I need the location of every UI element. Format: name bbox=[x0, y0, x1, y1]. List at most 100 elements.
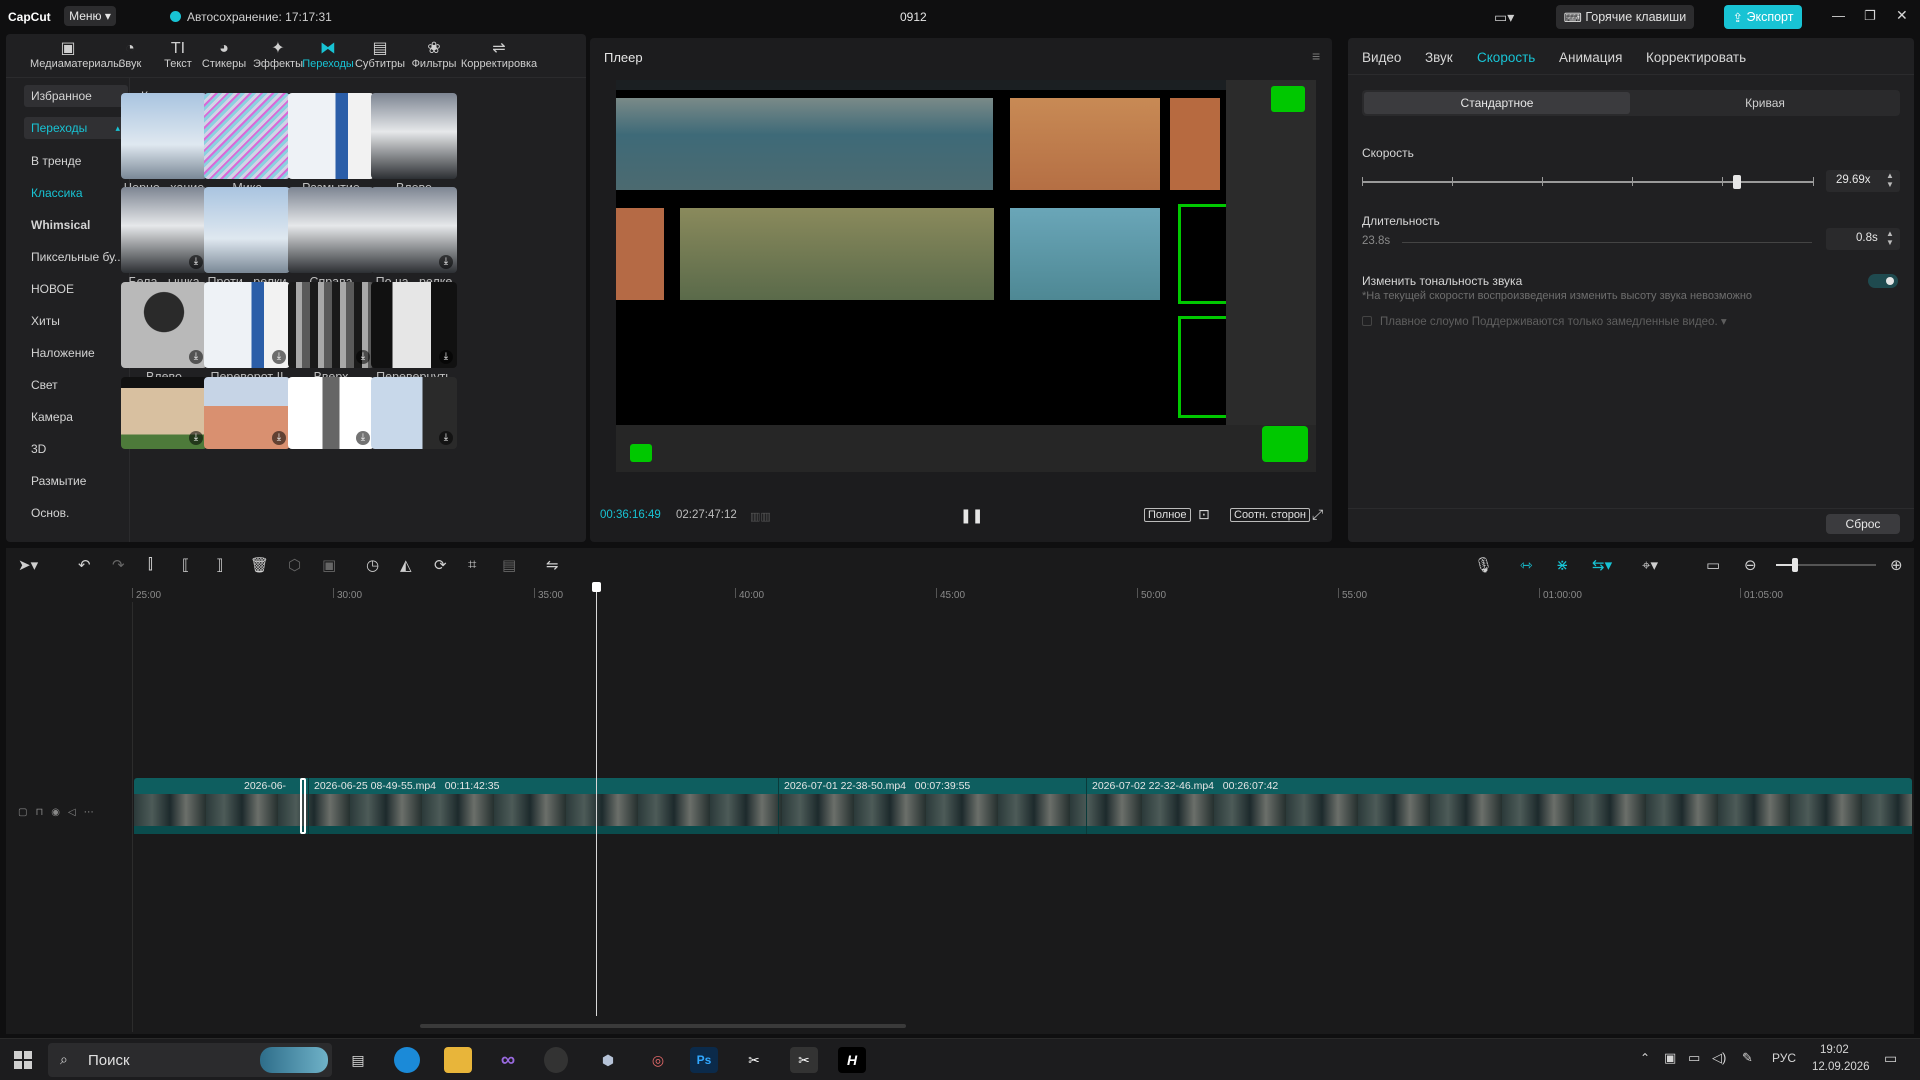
microphone-icon[interactable]: 🎙 bbox=[1474, 556, 1493, 574]
timeline-fit-icon[interactable]: ▭ bbox=[1706, 556, 1720, 574]
speed-slider-knob[interactable] bbox=[1733, 175, 1742, 189]
export-button[interactable]: ⇪ Экспорт bbox=[1724, 5, 1802, 29]
download-icon[interactable]: ⤓ bbox=[272, 350, 286, 364]
split-icon[interactable]: ⫿ bbox=[148, 556, 153, 573]
transition-thumb[interactable]: ⤓ bbox=[204, 377, 290, 449]
waveform-icon[interactable]: ▥▥ bbox=[750, 510, 771, 523]
split-right-icon[interactable]: ⟧ bbox=[216, 556, 223, 574]
taskbar-search[interactable]: ⌕ Поиск bbox=[48, 1043, 332, 1077]
capcut-task-icon[interactable]: ✂ bbox=[740, 1047, 768, 1073]
download-icon[interactable]: ⤓ bbox=[356, 350, 370, 364]
fullscreen-icon[interactable]: ⤢ bbox=[1312, 506, 1323, 523]
main-track-magnet-icon[interactable]: ⇿ bbox=[1520, 556, 1533, 574]
link-icon[interactable]: ⇆▾ bbox=[1592, 556, 1612, 574]
more-icon[interactable]: ⋯ bbox=[84, 807, 102, 818]
speed-input[interactable]: 29.69x ▲ ▼ bbox=[1826, 170, 1900, 192]
full-quality-button[interactable]: Полное bbox=[1144, 508, 1191, 522]
windows-start-icon[interactable] bbox=[14, 1051, 32, 1069]
obs-icon[interactable] bbox=[544, 1047, 568, 1073]
tray-chevron-icon[interactable]: ⌃ bbox=[1640, 1051, 1650, 1065]
transition-thumb[interactable] bbox=[288, 187, 374, 273]
aspect-ratio-button[interactable]: Соотн. сторон bbox=[1230, 508, 1311, 522]
prop-tab[interactable]: Анимация bbox=[1559, 50, 1622, 65]
split-left-icon[interactable]: ⟦ bbox=[182, 556, 189, 574]
tab-subtitles[interactable]: ▤ Субтитры bbox=[352, 40, 408, 70]
speed-slider[interactable] bbox=[1362, 175, 1814, 189]
transition-thumb[interactable]: ⤓ bbox=[288, 377, 374, 449]
prop-tab[interactable]: Видео bbox=[1362, 50, 1401, 65]
notification-icon[interactable]: ▭ bbox=[1884, 1050, 1897, 1067]
transition-thumb[interactable]: ⤓ bbox=[121, 377, 207, 449]
photoshop-icon[interactable]: Ps bbox=[690, 1047, 718, 1073]
category-item[interactable]: Переходы ▴ bbox=[24, 117, 128, 139]
clock-date[interactable]: 12.09.2026 bbox=[1812, 1061, 1870, 1073]
transition-thumb[interactable]: ⤓ bbox=[371, 377, 457, 449]
tray-app-icon[interactable]: ▣ bbox=[1664, 1050, 1676, 1066]
category-item[interactable]: Whimsical bbox=[24, 214, 128, 236]
language-indicator[interactable]: РУС bbox=[1772, 1051, 1796, 1065]
redo-icon[interactable]: ↷ bbox=[112, 556, 125, 574]
tab-media[interactable]: ▣ Медиаматериалы bbox=[30, 40, 121, 70]
task-view-icon[interactable]: ▤ bbox=[344, 1047, 372, 1073]
menu-button[interactable]: Меню ▾ bbox=[64, 6, 116, 26]
transition-thumb[interactable] bbox=[371, 93, 457, 179]
cover-icon[interactable]: ▢ bbox=[18, 807, 35, 818]
edge-icon[interactable] bbox=[394, 1047, 420, 1073]
prop-tab[interactable]: Звук bbox=[1425, 50, 1453, 65]
category-item[interactable]: Размытие bbox=[24, 470, 128, 492]
delete-icon[interactable]: 🗑 bbox=[250, 556, 269, 574]
transition-thumb[interactable]: ⤓ bbox=[371, 282, 457, 368]
lock-icon[interactable]: ⊓ bbox=[35, 807, 51, 818]
transition-thumb[interactable] bbox=[288, 93, 374, 179]
speed-icon[interactable]: ◷ bbox=[366, 556, 379, 574]
select-tool-icon[interactable]: ➤▾ bbox=[18, 556, 38, 574]
transition-thumb[interactable]: ⤓ bbox=[121, 187, 207, 273]
transition-thumb[interactable] bbox=[204, 187, 290, 273]
transition-thumb[interactable] bbox=[121, 93, 207, 179]
mute-icon[interactable]: ◁ bbox=[68, 807, 84, 818]
download-icon[interactable]: ⤓ bbox=[272, 431, 286, 445]
snap-icon[interactable]: ⋇ bbox=[1556, 556, 1569, 574]
download-icon[interactable]: ⤓ bbox=[439, 431, 453, 445]
preview-axis-icon[interactable]: ⌖▾ bbox=[1642, 556, 1658, 574]
pitch-toggle[interactable] bbox=[1868, 274, 1898, 288]
category-item[interactable]: В тренде bbox=[24, 150, 128, 172]
explorer-icon[interactable] bbox=[444, 1047, 472, 1073]
marker-icon[interactable]: ⬡ bbox=[288, 556, 301, 574]
category-item[interactable]: Хиты bbox=[24, 310, 128, 332]
freeze-icon[interactable]: ▣ bbox=[322, 556, 336, 574]
pause-icon[interactable]: ❚❚ bbox=[960, 507, 983, 524]
transition-thumb[interactable]: ⤓ bbox=[288, 282, 374, 368]
tab-filters[interactable]: ❀ Фильтры bbox=[406, 40, 462, 70]
speed-mode-curve[interactable]: Кривая bbox=[1632, 92, 1898, 114]
prop-tab[interactable]: Скорость bbox=[1477, 50, 1535, 65]
tab-effects[interactable]: ✦ Эффекты bbox=[250, 40, 306, 70]
selected-clip-handle[interactable] bbox=[300, 778, 306, 834]
visibility-icon[interactable]: ◉ bbox=[51, 807, 68, 818]
transition-thumb[interactable] bbox=[204, 93, 290, 179]
category-item[interactable]: Наложение bbox=[24, 342, 128, 364]
speed-stepper-icon[interactable]: ▲ ▼ bbox=[1886, 171, 1894, 189]
prop-tab[interactable]: Корректировать bbox=[1646, 50, 1746, 65]
crop-icon[interactable]: ⌗ bbox=[468, 556, 476, 573]
network-icon[interactable]: ▭ bbox=[1688, 1050, 1700, 1066]
download-icon[interactable]: ⤓ bbox=[189, 255, 203, 269]
virtualbox-icon[interactable]: ⬢ bbox=[594, 1047, 622, 1073]
category-item[interactable]: Пиксельные бу... bbox=[24, 246, 128, 268]
hammer-app-icon[interactable]: H bbox=[838, 1047, 866, 1073]
hotkeys-button[interactable]: ⌨ Горячие клавиши bbox=[1556, 5, 1694, 29]
volume-icon[interactable]: ◁) bbox=[1712, 1050, 1726, 1066]
category-item[interactable]: Свет bbox=[24, 374, 128, 396]
transition-thumb[interactable]: ⤓ bbox=[204, 282, 290, 368]
undo-icon[interactable]: ↶ bbox=[78, 556, 91, 574]
download-icon[interactable]: ⤓ bbox=[439, 255, 453, 269]
time-ruler[interactable]: 25:00 30:00 35:00 40:00 45:00 50:00 55:00 01:00… bbox=[132, 582, 1914, 602]
duration-input[interactable]: 0.8s ▲ ▼ bbox=[1826, 228, 1900, 250]
zoom-in-icon[interactable]: ⊕ bbox=[1890, 556, 1903, 574]
playhead-handle[interactable] bbox=[592, 582, 601, 592]
replace-icon[interactable]: ⇋ bbox=[546, 556, 559, 574]
download-icon[interactable]: ⤓ bbox=[356, 431, 370, 445]
category-item[interactable]: Избранное bbox=[24, 85, 128, 107]
smooth-checkbox[interactable] bbox=[1362, 316, 1372, 326]
restore-icon[interactable]: ❐ bbox=[1864, 8, 1876, 24]
